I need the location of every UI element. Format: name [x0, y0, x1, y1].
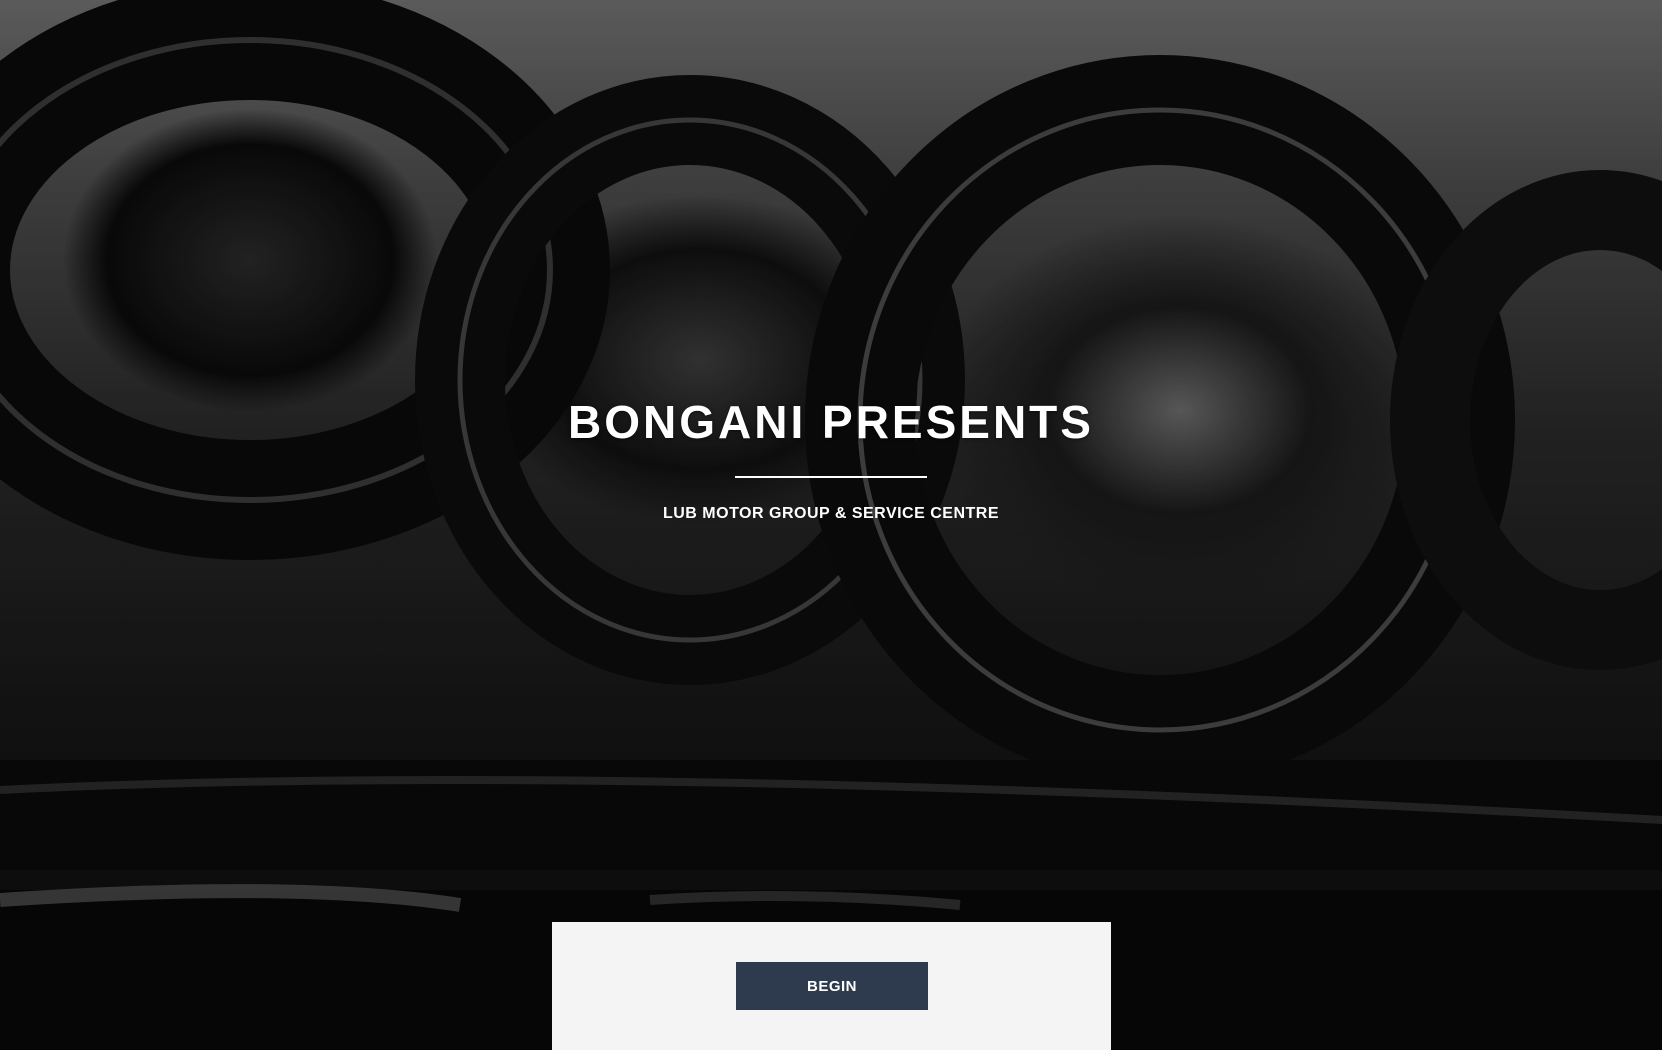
- begin-panel: BEGIN: [552, 922, 1111, 1050]
- page-subtitle: LUB MOTOR GROUP & SERVICE CENTRE: [662, 505, 1000, 522]
- hero-section: BONGANI PRESENTS LUB MOTOR GROUP & SERVI…: [0, 0, 1662, 1050]
- title-divider: [735, 476, 927, 478]
- dark-overlay: [0, 0, 1662, 1050]
- page-title: BONGANI PRESENTS: [568, 396, 1094, 448]
- begin-button[interactable]: BEGIN: [736, 962, 928, 1010]
- hero-title-block: BONGANI PRESENTS LUB MOTOR GROUP & SERVI…: [0, 392, 1662, 524]
